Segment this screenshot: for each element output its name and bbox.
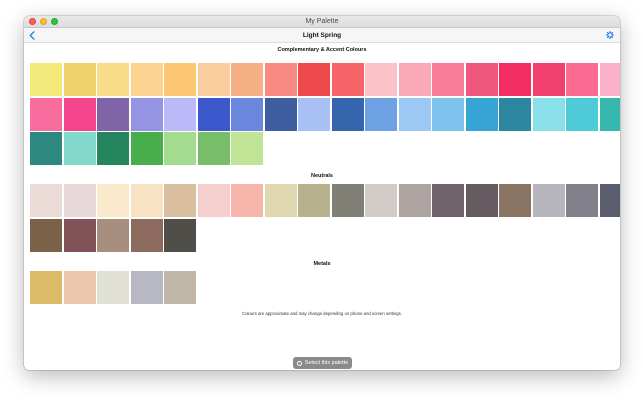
select-palette-label: Select this palette — [304, 360, 349, 366]
color-swatch[interactable] — [398, 97, 431, 131]
color-swatch[interactable] — [532, 184, 565, 217]
color-swatch[interactable] — [331, 184, 364, 217]
color-swatch[interactable] — [298, 184, 330, 217]
chevron-left-icon — [29, 30, 35, 40]
settings-button[interactable] — [605, 30, 615, 40]
color-swatch[interactable] — [398, 63, 431, 96]
color-swatch[interactable] — [432, 184, 464, 217]
color-swatch[interactable] — [432, 97, 464, 131]
color-swatch[interactable] — [130, 218, 163, 252]
color-swatch[interactable] — [63, 270, 96, 304]
color-swatch[interactable] — [298, 63, 330, 96]
color-swatch[interactable] — [197, 184, 230, 217]
color-swatch[interactable] — [566, 63, 598, 96]
color-swatch[interactable] — [63, 184, 96, 217]
color-swatch[interactable] — [197, 97, 230, 131]
color-swatch[interactable] — [499, 97, 531, 131]
color-swatch[interactable] — [130, 132, 163, 165]
color-swatch[interactable] — [164, 218, 196, 252]
color-swatch[interactable] — [365, 97, 397, 131]
color-swatch[interactable] — [30, 184, 62, 217]
color-swatch[interactable] — [432, 63, 464, 96]
back-button[interactable] — [27, 30, 37, 40]
close-window-button[interactable] — [29, 18, 36, 25]
color-swatch[interactable] — [465, 184, 498, 217]
window-title: My Palette — [305, 18, 339, 25]
color-swatch[interactable] — [298, 97, 330, 131]
color-swatch[interactable] — [566, 184, 598, 217]
color-swatch[interactable] — [97, 184, 129, 217]
zoom-window-button[interactable] — [51, 18, 58, 25]
swatch-grid-metals — [30, 270, 620, 304]
select-palette-button[interactable]: Select this palette — [293, 357, 352, 369]
title-bar: My Palette — [24, 16, 620, 28]
color-swatch[interactable] — [30, 97, 62, 131]
color-swatch[interactable] — [164, 97, 196, 131]
color-swatch[interactable] — [164, 63, 196, 96]
minimize-window-button[interactable] — [40, 18, 47, 25]
gear-icon — [606, 31, 614, 39]
color-swatch[interactable] — [63, 97, 96, 131]
color-swatch[interactable] — [264, 97, 297, 131]
section-title-metals: Metals — [313, 260, 331, 267]
color-swatch[interactable] — [164, 184, 196, 217]
color-swatch[interactable] — [197, 63, 230, 96]
color-swatch[interactable] — [331, 63, 364, 96]
color-swatch[interactable] — [30, 218, 62, 252]
color-swatch[interactable] — [63, 218, 96, 252]
color-swatch[interactable] — [130, 270, 163, 304]
color-swatch[interactable] — [264, 184, 297, 217]
color-swatch[interactable] — [231, 184, 263, 217]
page-title: Light Spring — [302, 31, 342, 39]
color-swatch[interactable] — [30, 270, 62, 304]
color-swatch[interactable] — [599, 97, 620, 131]
color-swatch[interactable] — [97, 270, 129, 304]
swatch-grid-neutrals — [30, 184, 620, 252]
radio-circle-icon — [296, 360, 302, 366]
section-title-complementary: Complementary & Accent Colours — [277, 47, 367, 53]
section-title-neutrals: Neutrals — [310, 173, 333, 179]
color-swatch[interactable] — [231, 97, 263, 131]
color-swatch[interactable] — [398, 184, 431, 217]
color-swatch[interactable] — [499, 63, 531, 96]
color-swatch[interactable] — [331, 97, 364, 131]
navigation-bar: Light Spring — [24, 28, 620, 43]
color-swatch[interactable] — [599, 184, 620, 217]
color-swatch[interactable] — [130, 184, 163, 217]
app-window: My Palette Light Spring Complementary & … — [24, 16, 620, 370]
color-swatch[interactable] — [30, 132, 62, 165]
color-swatch[interactable] — [532, 63, 565, 96]
color-swatch[interactable] — [599, 63, 620, 96]
swatch-grid-complementary — [30, 63, 620, 165]
color-swatch[interactable] — [97, 218, 129, 252]
color-swatch[interactable] — [130, 97, 163, 131]
color-swatch[interactable] — [97, 63, 129, 96]
color-swatch[interactable] — [499, 184, 531, 217]
color-swatch[interactable] — [63, 132, 96, 165]
color-swatch[interactable] — [465, 63, 498, 96]
color-swatch[interactable] — [365, 184, 397, 217]
color-swatch[interactable] — [231, 63, 263, 96]
color-swatch[interactable] — [264, 63, 297, 96]
color-swatch[interactable] — [197, 132, 230, 165]
color-swatch[interactable] — [164, 132, 196, 165]
color-swatch[interactable] — [164, 270, 196, 304]
color-swatch[interactable] — [231, 132, 263, 165]
palette-content: Complementary & Accent Colours Neutrals … — [24, 46, 620, 316]
color-swatch[interactable] — [97, 132, 129, 165]
color-swatch[interactable] — [30, 63, 62, 96]
color-swatch[interactable] — [532, 97, 565, 131]
color-swatch[interactable] — [465, 97, 498, 131]
color-swatch[interactable] — [130, 63, 163, 96]
window-controls — [29, 18, 58, 25]
color-swatch[interactable] — [566, 97, 598, 131]
color-swatch[interactable] — [365, 63, 397, 96]
color-swatch[interactable] — [63, 63, 96, 96]
disclaimer-note: Colours are approximate and may change d… — [241, 310, 403, 316]
color-swatch[interactable] — [97, 97, 129, 131]
